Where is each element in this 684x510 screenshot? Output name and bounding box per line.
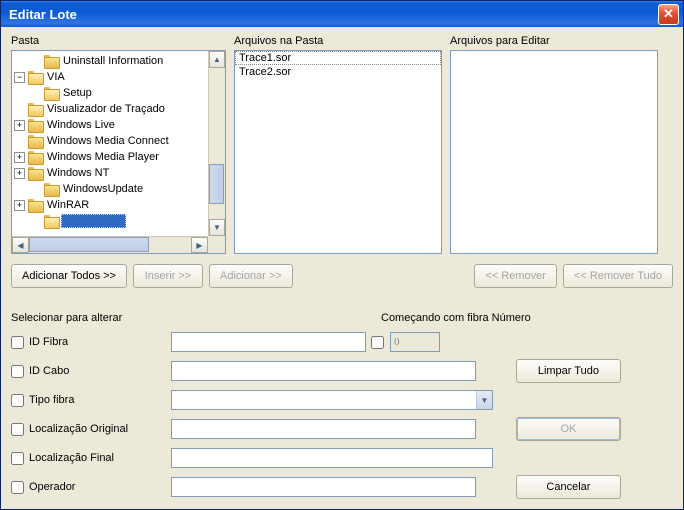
- files-to-edit-list[interactable]: [450, 50, 658, 254]
- id-cabo-input[interactable]: [171, 361, 476, 381]
- files-folder-label: Arquivos na Pasta: [234, 35, 442, 47]
- tree-item[interactable]: + Windows Media Player: [14, 149, 208, 165]
- folder-tree[interactable]: Uninstall Information − VIA Setup Visualizad…: [11, 50, 226, 254]
- operador-check[interactable]: [11, 481, 24, 494]
- list-item[interactable]: Trace1.sor: [235, 51, 441, 65]
- ok-button[interactable]: OK: [516, 417, 621, 441]
- id-fibra-input[interactable]: [171, 332, 366, 352]
- remove-all-button[interactable]: << Remover Tudo: [563, 264, 673, 288]
- tree-item[interactable]: + Windows NT: [14, 165, 208, 181]
- chevron-down-icon[interactable]: ▼: [476, 391, 492, 409]
- tree-item-label: Uninstall Information: [61, 55, 165, 67]
- operador-label: Operador: [29, 481, 75, 493]
- folder-icon: [28, 103, 42, 115]
- tree-item-label: Setup: [61, 87, 94, 99]
- expand-icon[interactable]: +: [14, 120, 25, 131]
- id-cabo-checkbox[interactable]: ID Cabo: [11, 365, 171, 378]
- tree-item[interactable]: Windows Media Connect: [14, 133, 208, 149]
- remove-button[interactable]: << Remover: [474, 264, 557, 288]
- cancel-button[interactable]: Cancelar: [516, 475, 621, 499]
- tree-item-label: Visualizador de Traçado: [45, 103, 167, 115]
- tree-item[interactable]: + WinRAR: [14, 197, 208, 213]
- folder-icon: [28, 199, 42, 211]
- clear-all-button[interactable]: Limpar Tudo: [516, 359, 621, 383]
- scroll-left-button[interactable]: ◀: [12, 237, 29, 253]
- files-edit-label: Arquivos para Editar: [450, 35, 658, 47]
- files-in-folder-list[interactable]: Trace1.sorTrace2.sor: [234, 50, 442, 254]
- tipo-fibra-combo[interactable]: [171, 390, 493, 410]
- tree-item[interactable]: Uninstall Information: [14, 53, 208, 69]
- id-cabo-check[interactable]: [11, 365, 24, 378]
- folder-icon: [44, 55, 58, 67]
- scroll-right-button[interactable]: ▶: [191, 237, 208, 253]
- loc-final-label: Localização Final: [29, 452, 114, 464]
- tree-item[interactable]: − VIA: [14, 69, 208, 85]
- titlebar[interactable]: Editar Lote ✕: [1, 1, 683, 27]
- tree-item-label: WindowsUpdate: [61, 183, 145, 195]
- tree-item-label: Windows NT: [45, 167, 111, 179]
- tipo-fibra-checkbox[interactable]: Tipo fibra: [11, 394, 171, 407]
- tipo-fibra-label: Tipo fibra: [29, 394, 74, 406]
- scroll-down-button[interactable]: ▼: [209, 219, 225, 236]
- loc-final-check[interactable]: [11, 452, 24, 465]
- folder-icon: [44, 215, 58, 227]
- tree-horizontal-scrollbar[interactable]: ◀ ▶: [12, 236, 208, 253]
- folder-icon: [28, 119, 42, 131]
- scroll-up-button[interactable]: ▲: [209, 51, 225, 68]
- folder-icon: [44, 183, 58, 195]
- tree-item-label: [61, 214, 126, 228]
- insert-button[interactable]: Inserir >>: [133, 264, 203, 288]
- tree-item-label: Windows Media Connect: [45, 135, 171, 147]
- loc-orig-check[interactable]: [11, 423, 24, 436]
- tree-item[interactable]: + Windows Live: [14, 117, 208, 133]
- folder-icon: [28, 167, 42, 179]
- loc-final-checkbox[interactable]: Localização Final: [11, 452, 171, 465]
- loc-orig-input[interactable]: [171, 419, 476, 439]
- window-title: Editar Lote: [9, 7, 658, 22]
- folder-icon: [28, 135, 42, 147]
- id-fibra-label: ID Fibra: [29, 336, 68, 348]
- expand-icon[interactable]: +: [14, 200, 25, 211]
- expand-icon[interactable]: +: [14, 152, 25, 163]
- start-fiber-label: Começando com fibra Número: [381, 312, 531, 324]
- start-fiber-number[interactable]: [390, 332, 440, 352]
- tipo-fibra-check[interactable]: [11, 394, 24, 407]
- add-button[interactable]: Adicionar >>: [209, 264, 293, 288]
- collapse-icon[interactable]: −: [14, 72, 25, 83]
- tree-item-label: Windows Live: [45, 119, 117, 131]
- add-all-button[interactable]: Adicionar Todos >>: [11, 264, 127, 288]
- folder-icon: [28, 71, 42, 83]
- tree-item-label: Windows Media Player: [45, 151, 161, 163]
- folder-icon: [28, 151, 42, 163]
- start-fiber-checkbox[interactable]: [371, 336, 384, 349]
- folder-icon: [44, 87, 58, 99]
- loc-orig-checkbox[interactable]: Localização Original: [11, 423, 171, 436]
- loc-orig-label: Localização Original: [29, 423, 128, 435]
- operador-input[interactable]: [171, 477, 476, 497]
- expand-icon[interactable]: +: [14, 168, 25, 179]
- id-fibra-check[interactable]: [11, 336, 24, 349]
- loc-final-input[interactable]: [171, 448, 493, 468]
- select-alter-label: Selecionar para alterar: [11, 312, 673, 324]
- list-item[interactable]: Trace2.sor: [235, 65, 441, 79]
- folder-column-label: Pasta: [11, 35, 226, 47]
- tree-item[interactable]: Visualizador de Traçado: [14, 101, 208, 117]
- close-button[interactable]: ✕: [658, 4, 679, 25]
- tree-item-label: WinRAR: [45, 199, 91, 211]
- tree-item[interactable]: WindowsUpdate: [14, 181, 208, 197]
- tree-item-selected[interactable]: [14, 213, 208, 229]
- tree-vertical-scrollbar[interactable]: ▲ ▼: [208, 51, 225, 236]
- id-fibra-checkbox[interactable]: ID Fibra: [11, 336, 171, 349]
- tree-item[interactable]: Setup: [14, 85, 208, 101]
- operador-checkbox[interactable]: Operador: [11, 481, 171, 494]
- tree-item-label: VIA: [45, 71, 67, 83]
- id-cabo-label: ID Cabo: [29, 365, 69, 377]
